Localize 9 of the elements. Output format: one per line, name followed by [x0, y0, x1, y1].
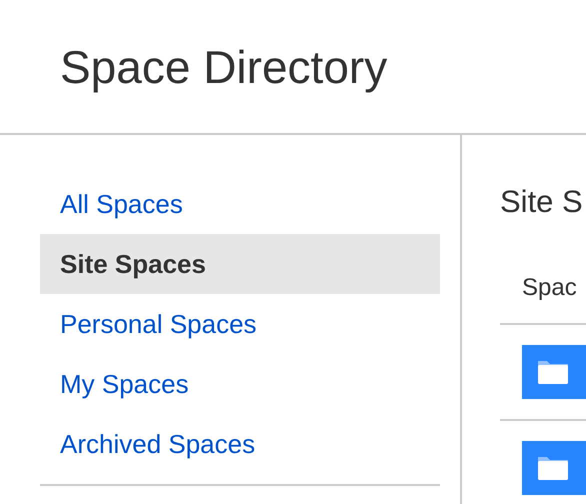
folder-icon [522, 441, 586, 495]
section-title: Site S [500, 183, 584, 221]
sidebar-item[interactable]: Archived Spaces [40, 414, 440, 474]
column-header: Spac [522, 274, 577, 302]
folder-icon [522, 345, 586, 399]
sidebar-item[interactable]: Site Spaces [40, 234, 440, 294]
sidebar-item[interactable]: My Spaces [40, 354, 440, 414]
sidebar-item[interactable]: Personal Spaces [40, 294, 440, 354]
sidebar-item[interactable]: All Spaces [40, 174, 440, 234]
